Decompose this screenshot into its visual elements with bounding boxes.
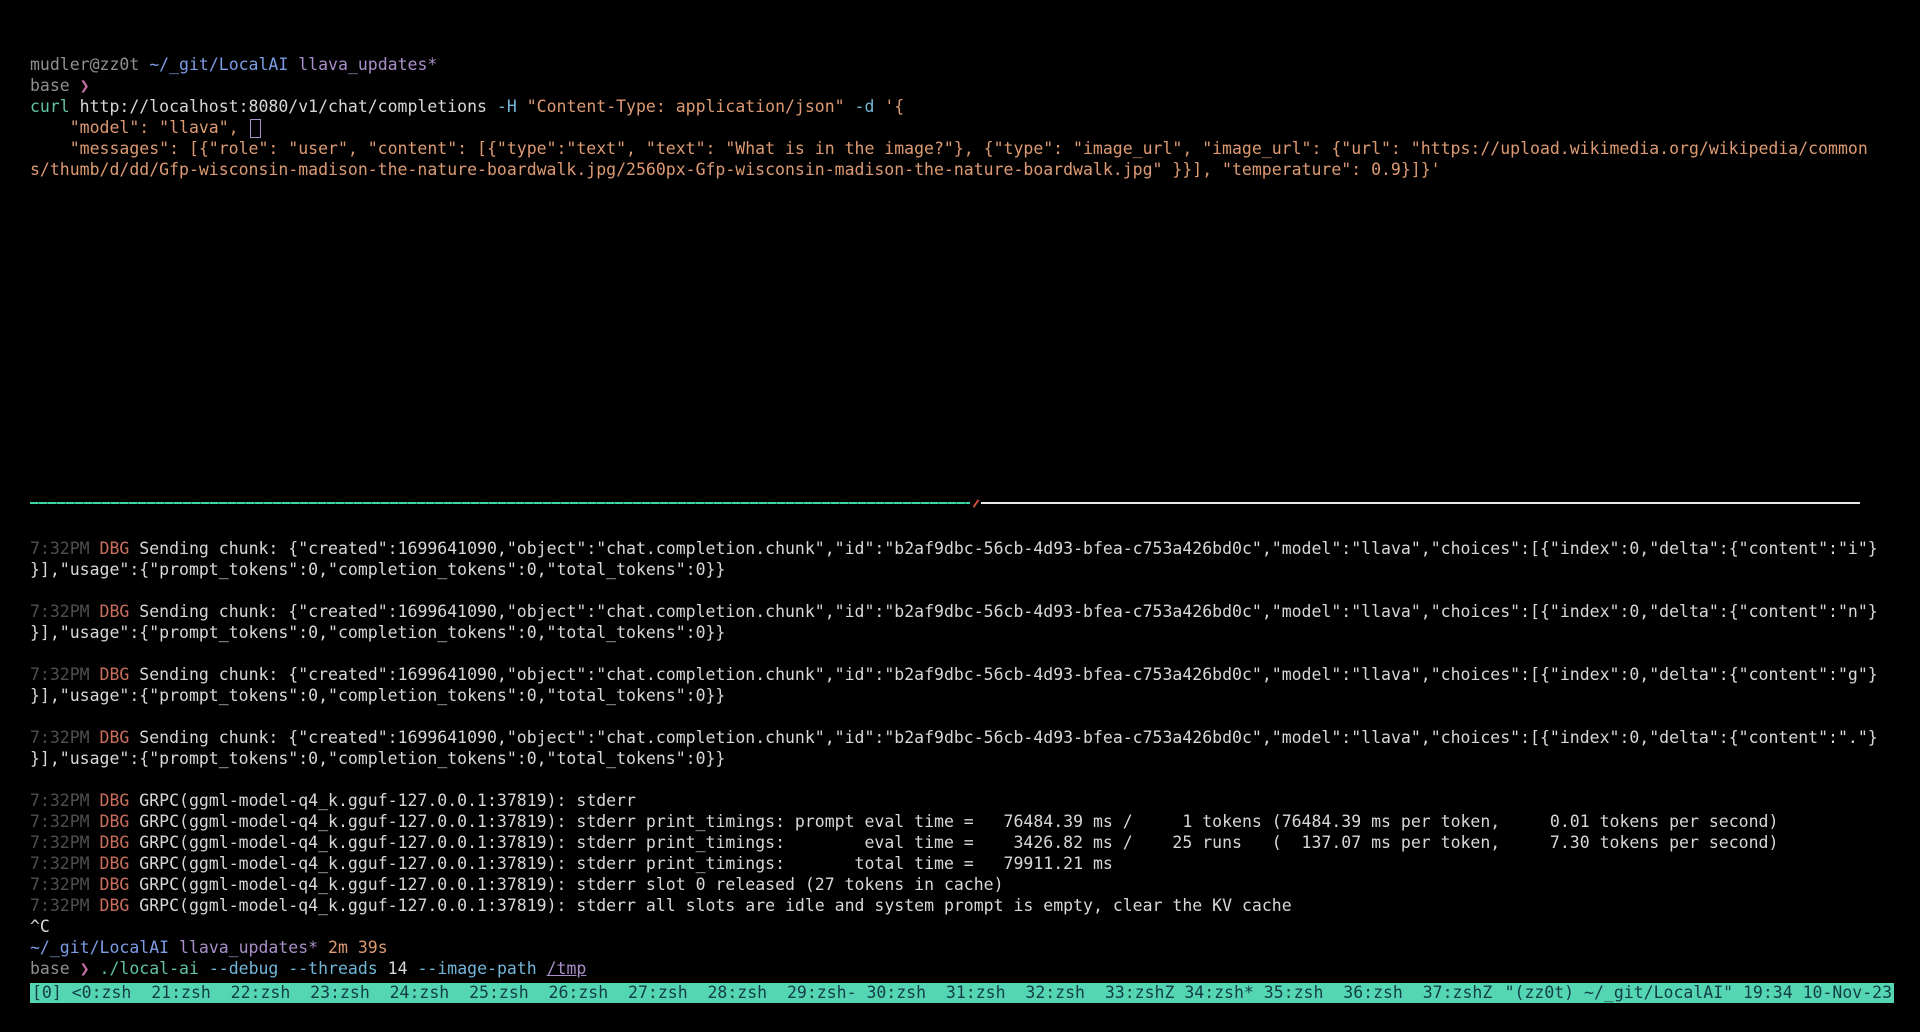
log-line: 7:32PM DBG Sending chunk: {"created":169…	[30, 601, 1894, 622]
log-message: GRPC(ggml-model-q4_k.gguf-127.0.0.1:3781…	[139, 854, 1113, 873]
pane-divider	[30, 500, 1894, 506]
command-arg-body-start: '{	[884, 97, 904, 116]
terminal-cursor	[250, 119, 261, 138]
log-message: }],"usage":{"prompt_tokens":0,"completio…	[30, 623, 725, 642]
log-line-wrap: }],"usage":{"prompt_tokens":0,"completio…	[30, 559, 1894, 580]
log-timestamp: 7:32PM	[30, 896, 100, 915]
tmp-path-link[interactable]: /tmp	[547, 959, 587, 978]
command-line: curl http://localhost:8080/v1/chat/compl…	[30, 96, 1894, 117]
interrupt-line: ^C	[30, 916, 1894, 937]
log-message: GRPC(ggml-model-q4_k.gguf-127.0.0.1:3781…	[139, 833, 1778, 852]
log-timestamp: 7:32PM	[30, 791, 100, 810]
log-level: DBG	[100, 602, 140, 621]
command-line: base ❯ ./local-ai --debug --threads 14 -…	[30, 958, 1894, 979]
command-flag-image-path: --image-path	[417, 959, 546, 978]
log-timestamp: 7:32PM	[30, 665, 100, 684]
prompt-symbol: ❯	[80, 76, 90, 95]
log-timestamp: 7:32PM	[30, 812, 100, 831]
json-body-model: "model": "llava",	[30, 118, 249, 137]
command-arg-content-type: "Content-Type: application/json"	[527, 97, 855, 116]
prompt-user-host: mudler@zz0t	[30, 55, 149, 74]
sigint-echo: ^C	[30, 917, 50, 936]
log-message: GRPC(ggml-model-q4_k.gguf-127.0.0.1:3781…	[139, 791, 636, 810]
log-message: Sending chunk: {"created":1699641090,"ob…	[139, 602, 1877, 621]
log-level: DBG	[100, 833, 140, 852]
log-line: 7:32PM DBG GRPC(ggml-model-q4_k.gguf-127…	[30, 874, 1894, 895]
blank-line	[30, 706, 1894, 727]
log-message: Sending chunk: {"created":1699641090,"ob…	[139, 665, 1877, 684]
command-line-continuation: "model": "llava",	[30, 117, 1894, 138]
prompt-git-branch: llava_updates*	[298, 55, 437, 74]
blank-line	[30, 643, 1894, 664]
command-flag-data: -d	[855, 97, 885, 116]
log-timestamp: 7:32PM	[30, 854, 100, 873]
log-message: }],"usage":{"prompt_tokens":0,"completio…	[30, 749, 725, 768]
command-flag-threads: --threads	[288, 959, 387, 978]
command-line-continuation: "messages": [{"role": "user", "content":…	[30, 138, 1894, 159]
log-message: }],"usage":{"prompt_tokens":0,"completio…	[30, 560, 725, 579]
blank-line	[30, 769, 1894, 790]
log-line: 7:32PM DBG Sending chunk: {"created":169…	[30, 664, 1894, 685]
log-timestamp: 7:32PM	[30, 833, 100, 852]
command-name: curl	[30, 97, 80, 116]
log-message: GRPC(ggml-model-q4_k.gguf-127.0.0.1:3781…	[139, 875, 1003, 894]
log-timestamp: 7:32PM	[30, 602, 100, 621]
command-arg-threads-value: 14	[388, 959, 418, 978]
log-timestamp: 7:32PM	[30, 875, 100, 894]
prompt-path: ~/_git/LocalAI	[149, 55, 298, 74]
bottom-pane: 7:32PM DBG Sending chunk: {"created":169…	[30, 538, 1894, 979]
shell-prompt-line: base ❯	[30, 75, 1894, 96]
log-line: 7:32PM DBG GRPC(ggml-model-q4_k.gguf-127…	[30, 895, 1894, 916]
log-line-wrap: }],"usage":{"prompt_tokens":0,"completio…	[30, 622, 1894, 643]
log-level: DBG	[100, 665, 140, 684]
command-line-continuation: s/thumb/d/dd/Gfp-wisconsin-madison-the-n…	[30, 159, 1894, 180]
pane-divider-inactive-segment	[981, 502, 1860, 504]
prompt-venv: base	[30, 959, 80, 978]
log-message: GRPC(ggml-model-q4_k.gguf-127.0.0.1:3781…	[139, 896, 1291, 915]
log-line: 7:32PM DBG GRPC(ggml-model-q4_k.gguf-127…	[30, 853, 1894, 874]
log-message: Sending chunk: {"created":1699641090,"ob…	[139, 539, 1877, 558]
log-line: 7:32PM DBG GRPC(ggml-model-q4_k.gguf-127…	[30, 811, 1894, 832]
log-line: 7:32PM DBG GRPC(ggml-model-q4_k.gguf-127…	[30, 832, 1894, 853]
tmux-status-bar[interactable]: [0] <0:zsh 21:zsh 22:zsh 23:zsh 24:zsh 2…	[30, 983, 1894, 1003]
log-line: 7:32PM DBG GRPC(ggml-model-q4_k.gguf-127…	[30, 790, 1894, 811]
command-flag-debug: --debug	[209, 959, 288, 978]
log-level: DBG	[100, 896, 140, 915]
shell-prompt-line: ~/_git/LocalAI llava_updates* 2m 39s	[30, 937, 1894, 958]
log-level: DBG	[100, 539, 140, 558]
log-line-wrap: }],"usage":{"prompt_tokens":0,"completio…	[30, 748, 1894, 769]
log-level: DBG	[100, 854, 140, 873]
pane-divider-marker-icon	[972, 500, 979, 507]
command-name: ./local-ai	[100, 959, 209, 978]
log-timestamp: 7:32PM	[30, 539, 100, 558]
json-body-messages: "messages": [{"role": "user", "content":…	[30, 139, 1868, 158]
prompt-venv: base	[30, 76, 80, 95]
log-message: GRPC(ggml-model-q4_k.gguf-127.0.0.1:3781…	[139, 812, 1778, 831]
log-message: }],"usage":{"prompt_tokens":0,"completio…	[30, 686, 725, 705]
top-pane: mudler@zz0t ~/_git/LocalAI llava_updates…	[30, 54, 1894, 500]
prompt-path: ~/_git/LocalAI	[30, 938, 179, 957]
log-level: DBG	[100, 728, 140, 747]
json-body-tail: s/thumb/d/dd/Gfp-wisconsin-madison-the-n…	[30, 160, 1441, 179]
log-line: 7:32PM DBG Sending chunk: {"created":169…	[30, 727, 1894, 748]
log-message: Sending chunk: {"created":1699641090,"ob…	[139, 728, 1877, 747]
terminal-screen[interactable]: mudler@zz0t ~/_git/LocalAI llava_updates…	[0, 0, 1920, 1032]
log-level: DBG	[100, 791, 140, 810]
log-level: DBG	[100, 812, 140, 831]
blank-line	[30, 580, 1894, 601]
log-line-wrap: }],"usage":{"prompt_tokens":0,"completio…	[30, 685, 1894, 706]
log-level: DBG	[100, 875, 140, 894]
command-arg-url: http://localhost:8080/v1/chat/completion…	[80, 97, 497, 116]
log-line: 7:32PM DBG Sending chunk: {"created":169…	[30, 538, 1894, 559]
prompt-symbol: ❯	[80, 959, 100, 978]
prompt-duration: 2m 39s	[328, 938, 388, 957]
pane-divider-active-segment	[30, 502, 970, 504]
log-timestamp: 7:32PM	[30, 728, 100, 747]
tmux-window-list[interactable]: [0] <0:zsh 21:zsh 22:zsh 23:zsh 24:zsh 2…	[32, 983, 1492, 1003]
command-flag-header: -H	[497, 97, 527, 116]
tmux-status-right: "(zz0t) ~/_git/LocalAI" 19:34 10-Nov-23	[1505, 983, 1892, 1003]
shell-prompt-line: mudler@zz0t ~/_git/LocalAI llava_updates…	[30, 54, 1894, 75]
prompt-git-branch: llava_updates*	[179, 938, 328, 957]
